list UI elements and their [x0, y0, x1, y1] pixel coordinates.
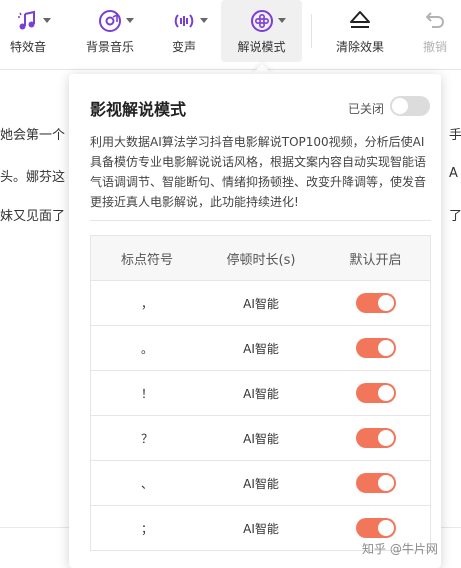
default-on-toggle[interactable] [355, 518, 396, 538]
toggle-knob [377, 520, 394, 536]
undo-label: 撤销 [422, 40, 447, 54]
table-row: ？ AI智能 [91, 415, 430, 460]
punctuation-table: 标点符号 停顿时长(s) 默认开启 ， AI智能 。 AI智能 ！ AI智能 ？… [90, 235, 431, 551]
table-row: ！ AI智能 [91, 370, 430, 415]
music-disc-icon [98, 8, 134, 34]
clear-effects-label: 清除效果 [335, 40, 384, 54]
default-on-cell [319, 416, 432, 460]
default-on-cell [319, 281, 432, 325]
pause-duration[interactable]: AI智能 [203, 281, 319, 325]
default-on-cell [319, 461, 432, 505]
pause-duration[interactable]: AI智能 [203, 416, 319, 460]
chevron-down-icon [126, 18, 134, 23]
header-default-on: 默认开启 [349, 252, 402, 268]
punctuation-symbol: 。 [140, 341, 153, 356]
header-pause-duration: 停顿时长(s) [226, 252, 296, 268]
sound-effect-label: 特效音 [9, 40, 46, 54]
narration-mode-popup: 影视解说模式 已关闭 利用大数据AI算法学习抖音电影解说TOP100视频，分析后… [69, 74, 441, 568]
punctuation-symbol: ； [140, 521, 153, 536]
mode-status-label: 已关闭 [348, 102, 385, 116]
chevron-down-icon [200, 18, 208, 23]
pause-duration[interactable]: AI智能 [203, 461, 319, 505]
pause-duration[interactable]: AI智能 [203, 371, 319, 415]
toggle-knob [377, 295, 394, 311]
clear-effects-button[interactable]: 清除效果 [332, 0, 388, 62]
punctuation-symbol: ！ [140, 386, 153, 401]
narration-mode-label: 解说模式 [237, 40, 286, 54]
editor-text-edge: A [449, 166, 458, 181]
punctuation-symbol: ， [140, 296, 153, 311]
watermark: 知乎 @牛片网 [362, 542, 438, 556]
editor-text-edge: 了 [449, 209, 461, 224]
background-music-label: 背景音乐 [85, 40, 134, 54]
default-on-cell [319, 371, 432, 415]
default-on-toggle[interactable] [355, 473, 396, 493]
chevron-down-icon [43, 18, 51, 23]
header-punctuation: 标点符号 [120, 252, 173, 268]
table-row: ， AI智能 [91, 280, 430, 325]
narration-mode-icon [250, 8, 286, 34]
chevron-down-icon [277, 18, 286, 23]
toggle-knob [377, 430, 394, 446]
editor-text-line: 妹又见面了 [0, 209, 66, 224]
narration-mode-button[interactable]: 解说模式 [221, 0, 302, 62]
voice-change-button[interactable]: 变声 [164, 0, 208, 62]
table-header-row: 标点符号 停顿时长(s) 默认开启 [91, 236, 430, 280]
undo-icon [423, 8, 447, 34]
toggle-knob [392, 98, 408, 114]
sound-effect-icon [17, 8, 51, 34]
popup-divider [90, 220, 431, 221]
mode-toggle[interactable] [390, 96, 430, 116]
voice-change-icon [172, 8, 208, 34]
pause-duration[interactable]: AI智能 [203, 326, 319, 370]
sound-effect-button[interactable]: 特效音 [6, 0, 51, 62]
toolbar-divider [311, 14, 312, 48]
default-on-toggle[interactable] [355, 293, 396, 313]
default-on-cell [319, 326, 432, 370]
default-on-toggle[interactable] [355, 338, 396, 358]
pause-duration[interactable]: AI智能 [203, 506, 319, 550]
voice-change-label: 变声 [171, 40, 196, 54]
editor-text-line: 她会第一个 [0, 128, 66, 143]
mode-description: 利用大数据AI算法学习抖音电影解说TOP100视频，分析后使AI具备模仿专业电影… [90, 135, 427, 209]
toolbar: 特效音 背景音乐 变声 解说模式 清除效果 撤销 [0, 0, 461, 70]
editor-text-edge: 手 [449, 128, 461, 143]
popup-title: 影视解说模式 [90, 100, 187, 119]
eraser-icon [348, 8, 372, 34]
default-on-toggle[interactable] [355, 383, 396, 403]
table-row: 、 AI智能 [91, 460, 430, 505]
default-on-toggle[interactable] [355, 428, 396, 448]
undo-button[interactable]: 撤销 [419, 0, 451, 62]
toggle-knob [377, 385, 394, 401]
table-row: 。 AI智能 [91, 325, 430, 370]
punctuation-symbol: 、 [140, 476, 153, 491]
background-music-button[interactable]: 背景音乐 [82, 0, 138, 62]
toggle-knob [377, 475, 394, 491]
editor-text-line: 头。娜芬这 [0, 170, 66, 185]
toggle-knob [377, 340, 394, 356]
punctuation-symbol: ？ [140, 431, 153, 446]
